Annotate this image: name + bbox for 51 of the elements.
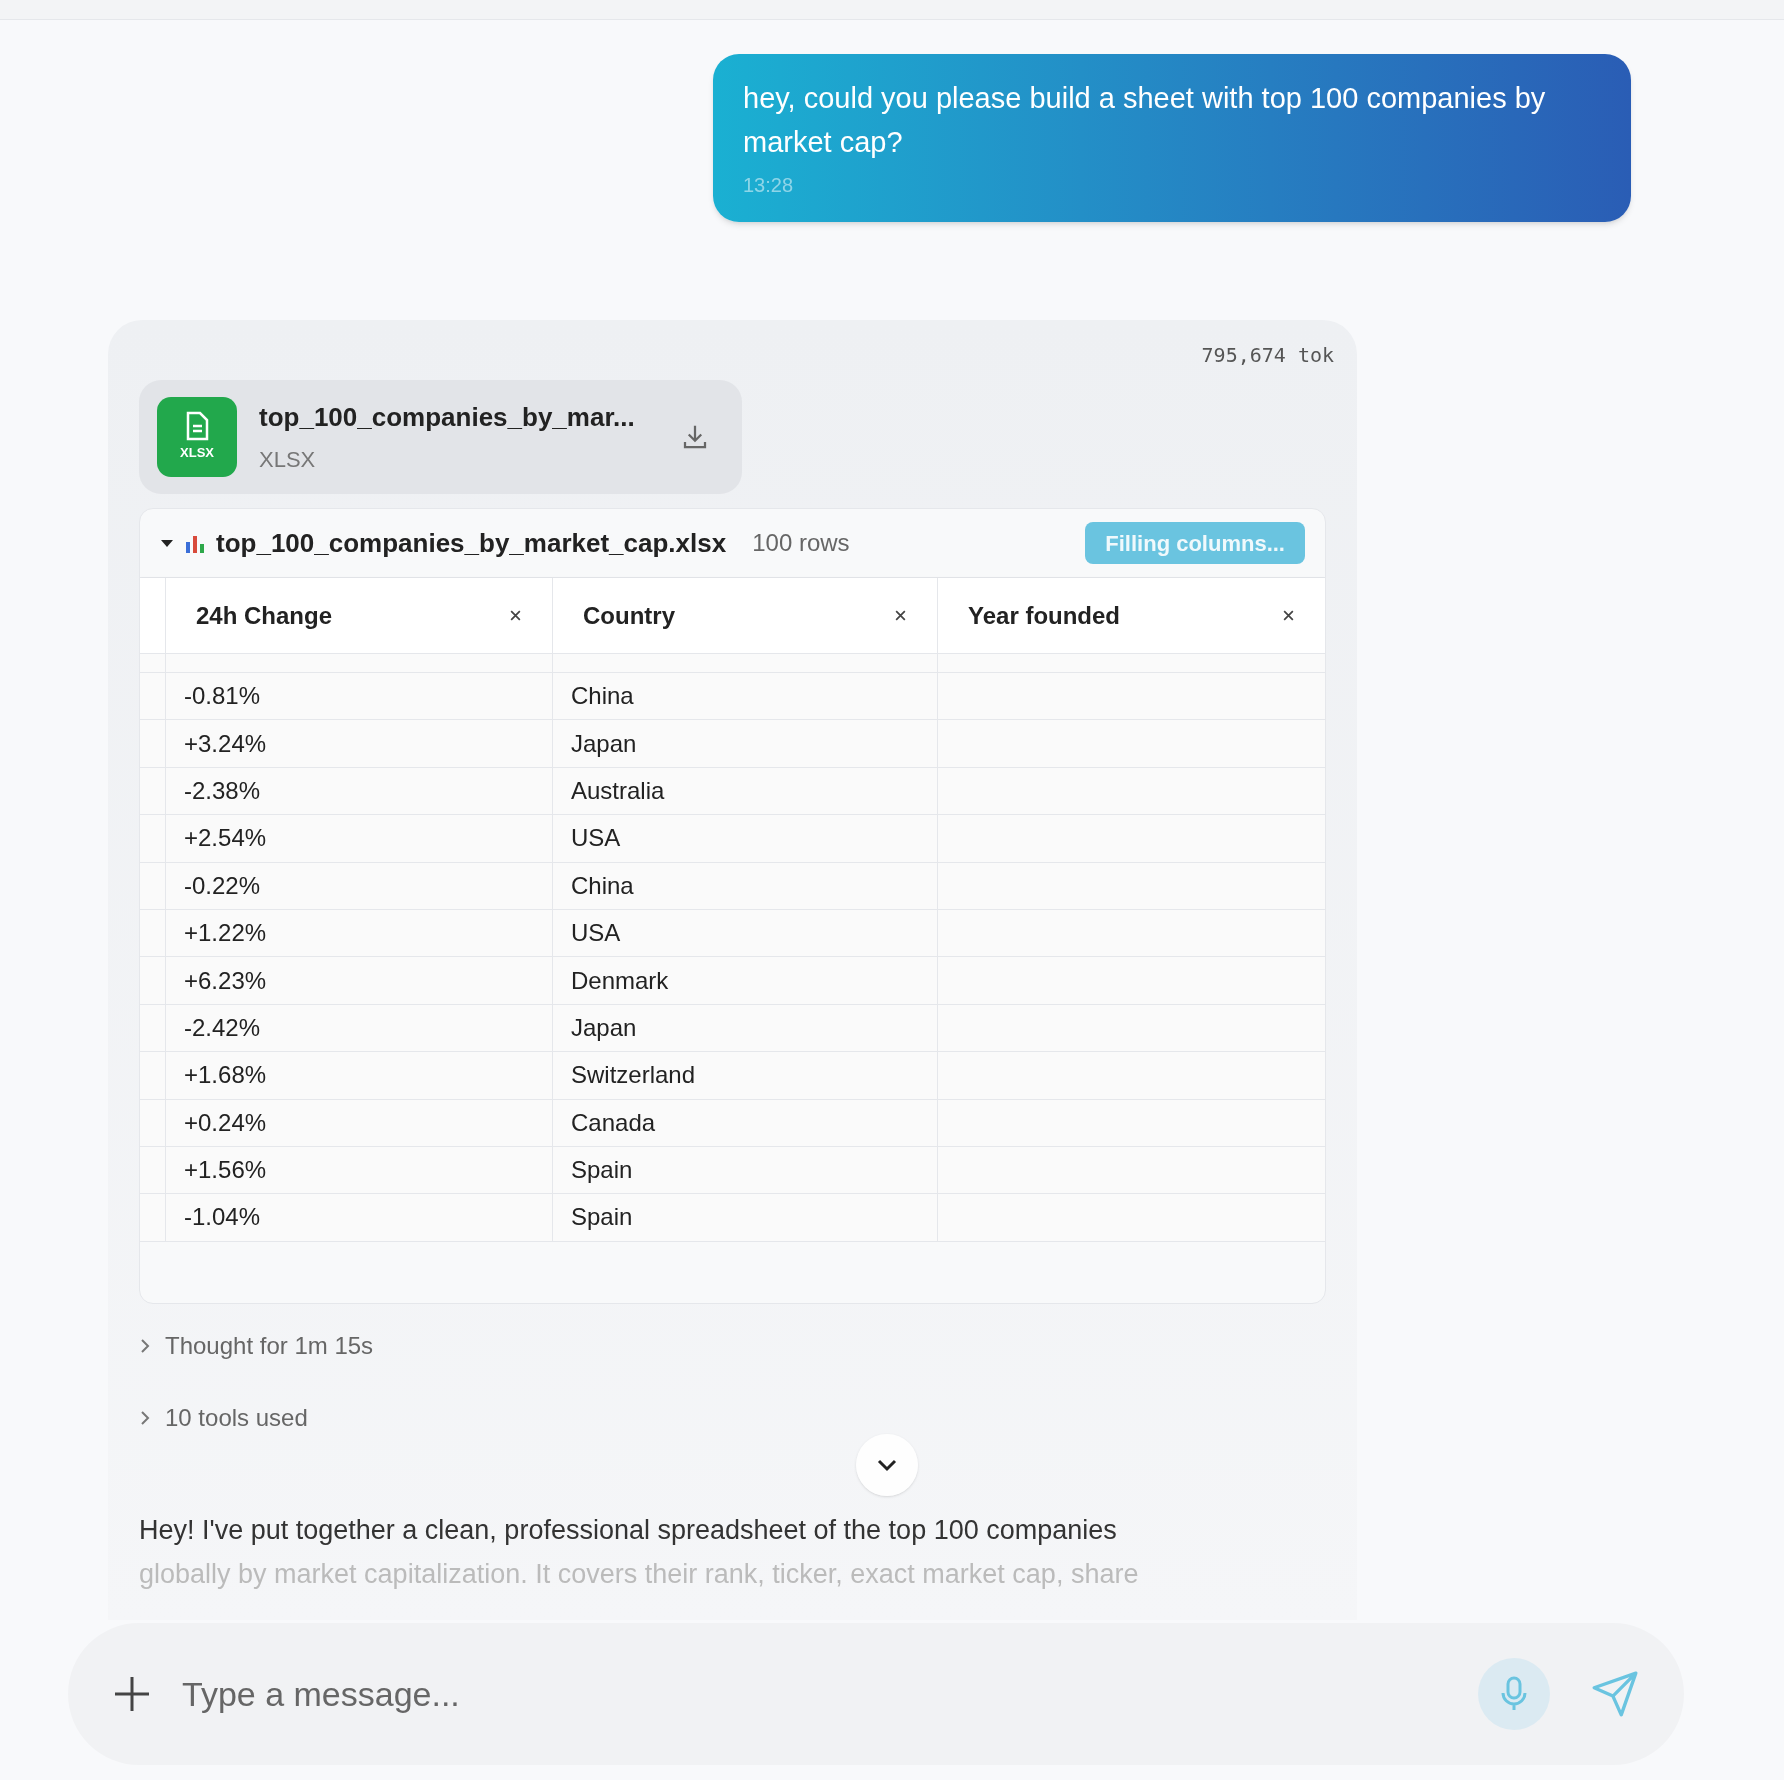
table-cell-text: USA	[571, 918, 621, 949]
message-time: 13:28	[743, 173, 795, 198]
chevron-icon	[139, 1410, 151, 1426]
table-cell-text: Switzerland	[571, 1060, 696, 1091]
message-field[interactable]: Type a message...	[68, 1623, 1684, 1765]
chevron-down-icon	[876, 1458, 898, 1472]
close-icon[interactable]	[894, 609, 907, 622]
table-cell-text: -2.38%	[184, 775, 261, 806]
table-cell-text: China	[571, 681, 634, 712]
collapsible-section[interactable]: Thought for 1m 15s	[139, 1328, 1326, 1364]
table-cell-text: +0.24%	[184, 1107, 267, 1138]
close-icon[interactable]	[1282, 609, 1295, 622]
plus-icon[interactable]	[112, 1674, 152, 1714]
table-cell-text: Australia	[571, 775, 665, 806]
file-type-label: XLSX	[180, 444, 214, 463]
table-cell-text: Japan	[571, 1012, 637, 1043]
message-text: hey, could you please build a sheet with top 100 companies by market cap?	[743, 81, 1547, 160]
collapsible-section[interactable]: 10 tools used	[139, 1400, 1326, 1436]
column-header: Country	[583, 600, 675, 631]
table-cell-text: -0.22%	[184, 870, 261, 901]
close-icon[interactable]	[509, 609, 522, 622]
file-chip[interactable]: XLSX top_100_companies_by_mar... XLSX	[139, 380, 742, 494]
table-cell-text: Japan	[571, 728, 637, 759]
message-input[interactable]: Type a message...	[182, 1668, 1448, 1720]
table-cell-text: +3.24%	[184, 728, 267, 759]
table-cell-text: China	[571, 870, 634, 901]
response-text: Hey! I've put together a clean, professional spreadsheet of the top 100 companies	[139, 1514, 1118, 1547]
column-header: 24h Change	[196, 600, 333, 631]
column-header: Year founded	[968, 600, 1121, 631]
table-cell-text: -1.04%	[184, 1202, 261, 1233]
table-cell-text: USA	[571, 823, 621, 854]
sheet-title: top_100_companies_by_market_cap.xlsx	[216, 526, 727, 560]
table-cell-text: Canada	[571, 1107, 656, 1138]
chevron-icon	[139, 1338, 151, 1354]
table-cell-text: +1.68%	[184, 1060, 267, 1091]
file-type: XLSX	[259, 446, 317, 474]
table-cell-text: Spain	[571, 1202, 633, 1233]
row-count: 100 rows	[752, 528, 850, 558]
table-cell-text: -0.81%	[184, 681, 261, 712]
token-count: 795,674 tok	[1201, 342, 1334, 369]
table-cell-text: +6.23%	[184, 965, 267, 996]
table-cell-text: Spain	[571, 1155, 633, 1186]
response-text: globally by market capitalization. It covers their rank, ticker, exact market cap, share	[139, 1558, 1140, 1591]
table-cell-text: +1.22%	[184, 918, 267, 949]
scroll-down-button[interactable]	[856, 1434, 918, 1496]
file-name: top_100_companies_by_mar...	[259, 401, 636, 434]
table-cell-text: +2.54%	[184, 823, 267, 854]
table-cell-text: +1.56%	[184, 1155, 267, 1186]
table-cell-text: -2.42%	[184, 1012, 261, 1043]
microphone-icon	[1499, 1675, 1529, 1713]
table-cell-text: Denmark	[571, 965, 669, 996]
